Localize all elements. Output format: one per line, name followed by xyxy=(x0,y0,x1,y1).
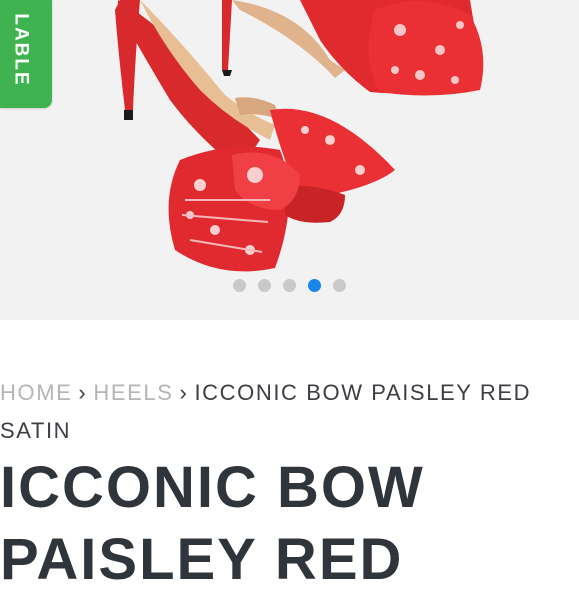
carousel-dot[interactable] xyxy=(233,279,246,292)
carousel-dot-active[interactable] xyxy=(308,279,321,292)
carousel-dot[interactable] xyxy=(258,279,271,292)
badge-label: LABLE xyxy=(11,13,33,87)
breadcrumb-separator: › xyxy=(78,380,88,405)
product-title: ICCONIC BOW PAISLEY RED xyxy=(0,455,425,592)
back-shoe-illustration xyxy=(222,0,484,96)
breadcrumb-home[interactable]: HOME xyxy=(0,380,72,405)
breadcrumb-current: ICCONIC BOW PAISLEY RED xyxy=(194,380,532,405)
breadcrumb-current-cont: SATIN xyxy=(0,418,72,443)
breadcrumb: HOME › HEELS › ICCONIC BOW PAISLEY RED SATIN xyxy=(0,374,579,450)
product-image-gallery[interactable]: LABLE xyxy=(0,0,579,320)
availability-badge: LABLE xyxy=(0,0,52,108)
carousel-dot[interactable] xyxy=(283,279,296,292)
breadcrumb-separator: › xyxy=(179,380,189,405)
carousel-indicators xyxy=(0,279,579,292)
breadcrumb-heels[interactable]: HEELS xyxy=(93,380,173,405)
product-image xyxy=(115,0,484,272)
carousel-dot[interactable] xyxy=(333,279,346,292)
